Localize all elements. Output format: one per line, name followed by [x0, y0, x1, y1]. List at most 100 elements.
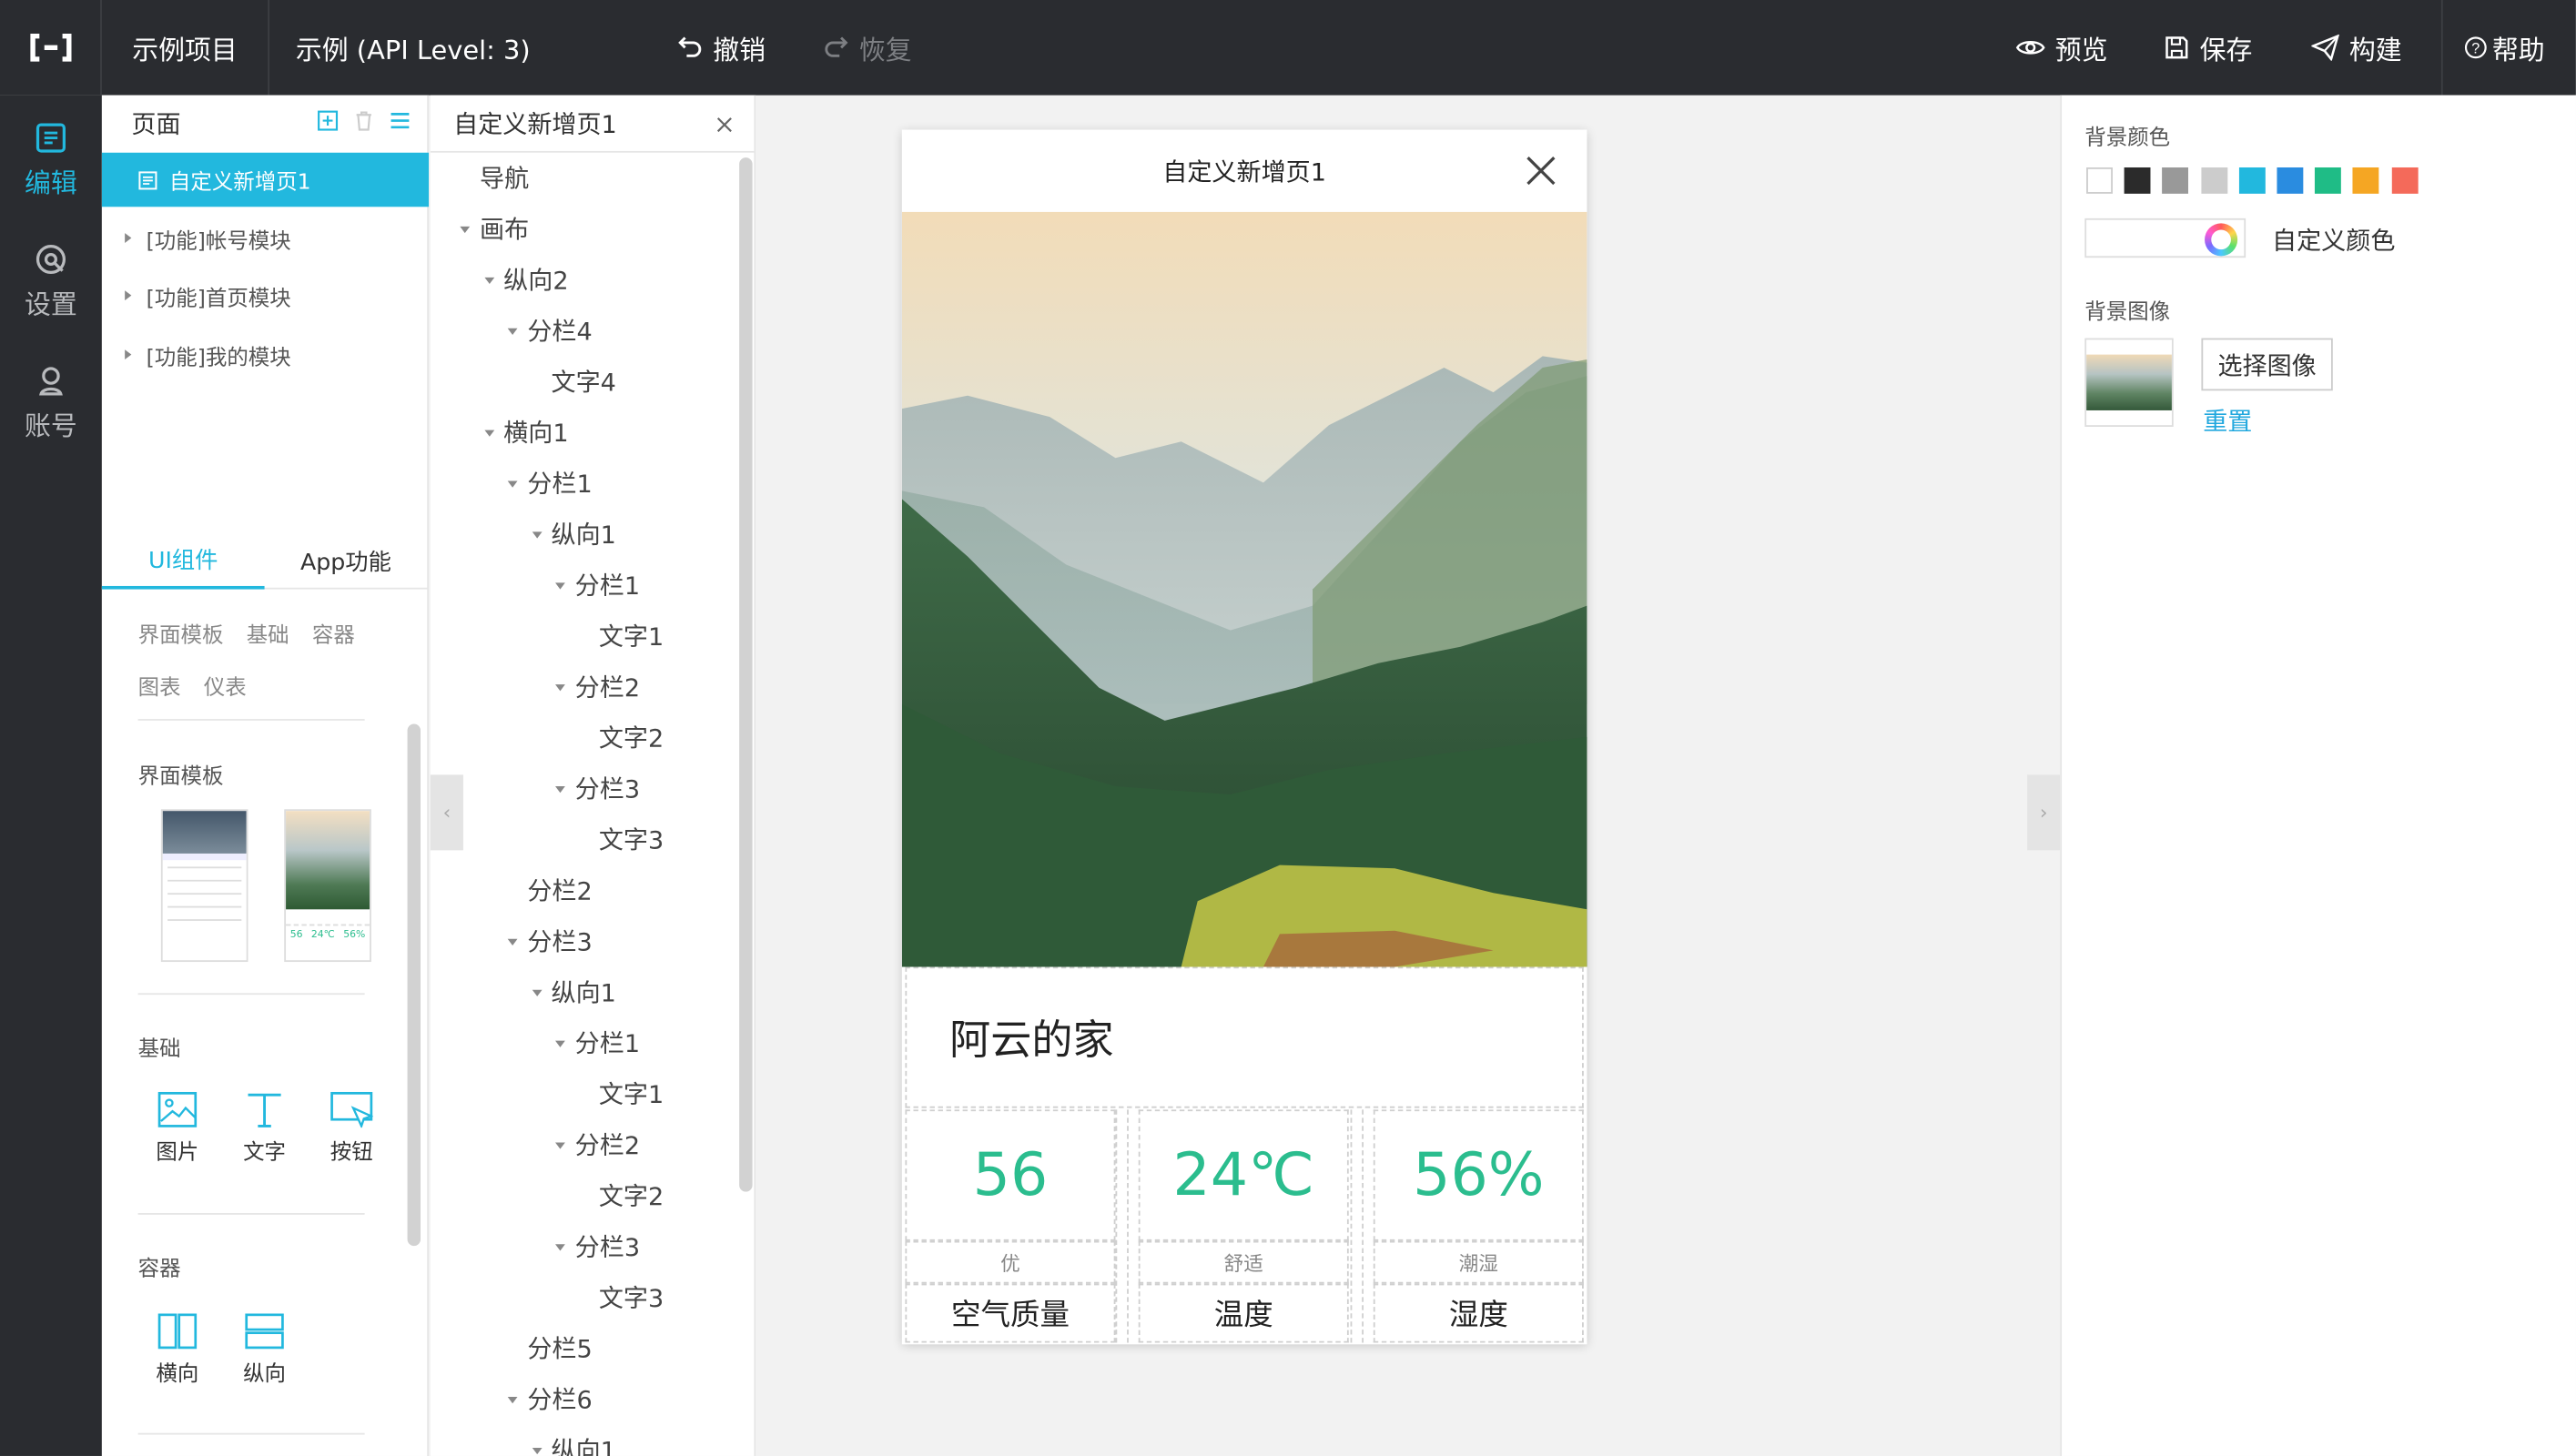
tree-node[interactable]: 文字2	[599, 713, 664, 763]
caret-down-icon[interactable]	[555, 683, 565, 691]
tree-node[interactable]: 分栏2	[555, 662, 640, 713]
tree-node[interactable]: 分栏1	[555, 560, 640, 611]
tree-node[interactable]: 分栏1	[555, 1017, 640, 1068]
caret-down-icon[interactable]	[555, 785, 565, 793]
color-swatch[interactable]	[2353, 167, 2380, 194]
color-swatch[interactable]	[2391, 167, 2418, 194]
color-wheel-icon[interactable]	[2205, 223, 2238, 257]
tree-node[interactable]: 文字3	[599, 814, 664, 865]
category-container[interactable]: 容器	[312, 617, 355, 648]
caret-down-icon[interactable]	[507, 327, 518, 335]
tree-node[interactable]: 分栏3	[555, 1221, 640, 1272]
caret-down-icon[interactable]	[555, 1039, 565, 1046]
collapse-right-handle[interactable]: ›	[2027, 774, 2061, 851]
color-swatch[interactable]	[2200, 167, 2227, 194]
color-swatch[interactable]	[2277, 167, 2304, 194]
color-swatch[interactable]	[2238, 167, 2266, 194]
module-item[interactable]: [功能]我的模块	[125, 335, 291, 374]
caret-down-icon[interactable]	[555, 581, 565, 589]
caret-down-icon[interactable]	[507, 1396, 518, 1403]
save-button[interactable]: 保存	[2164, 0, 2252, 96]
module-item[interactable]: [功能]首页模块	[125, 276, 291, 315]
module-item[interactable]: [功能]帐号模块	[125, 218, 291, 258]
tree-node[interactable]: 文字2	[599, 1170, 664, 1221]
caret-down-icon[interactable]	[460, 226, 471, 233]
tree-node[interactable]: 纵向1	[531, 509, 616, 560]
tree-node[interactable]: 分栏2	[527, 865, 592, 916]
stat-card-air[interactable]: 56 优 空气质量	[905, 1109, 1116, 1343]
tab-ui-components[interactable]: UI组件	[101, 531, 265, 590]
component-image[interactable]: 图片	[147, 1091, 207, 1166]
tree-node[interactable]: 纵向2	[483, 255, 569, 306]
preview-button[interactable]: 预览	[2015, 0, 2108, 96]
stat-card-humidity[interactable]: 56% 潮湿 湿度	[1373, 1109, 1584, 1343]
tree-node[interactable]: 画布	[460, 204, 529, 255]
template-thumbnail-settings[interactable]	[160, 809, 248, 963]
tab-app-features[interactable]: App功能	[265, 531, 428, 589]
caret-down-icon[interactable]	[555, 1141, 565, 1148]
nav-edit[interactable]: 编辑	[0, 105, 102, 217]
tree-node[interactable]: 分栏4	[507, 306, 593, 357]
caret-down-icon[interactable]	[531, 531, 542, 538]
category-templates[interactable]: 界面模板	[138, 617, 224, 648]
nav-settings[interactable]: 设置	[0, 227, 102, 339]
tree-node[interactable]: 分栏6	[507, 1374, 593, 1425]
caret-down-icon[interactable]	[483, 429, 494, 436]
category-gauges[interactable]: 仪表	[204, 670, 247, 701]
tree-node[interactable]: 分栏5	[527, 1323, 592, 1374]
project-name[interactable]: 示例项目	[102, 0, 269, 96]
component-button[interactable]: 按钮	[322, 1091, 381, 1166]
tree-node[interactable]: 横向1	[483, 407, 569, 458]
nav-account[interactable]: 账号	[0, 348, 102, 460]
redo-button[interactable]: 恢复	[823, 0, 912, 96]
color-swatch[interactable]	[2124, 167, 2151, 194]
color-swatch[interactable]	[2315, 167, 2342, 194]
color-swatch[interactable]	[2086, 167, 2113, 194]
tree-node[interactable]: 文字4	[552, 356, 616, 407]
caret-down-icon[interactable]	[507, 937, 518, 945]
scrollbar[interactable]	[739, 157, 753, 1192]
reset-link[interactable]: 重置	[2203, 404, 2252, 439]
caret-down-icon[interactable]	[555, 1243, 565, 1250]
caret-down-icon[interactable]	[483, 276, 494, 284]
tree-node[interactable]: 纵向1	[531, 966, 616, 1017]
close-icon[interactable]	[1525, 155, 1557, 187]
close-icon[interactable]	[716, 116, 733, 133]
build-button[interactable]: 构建	[2311, 0, 2402, 96]
tree-node[interactable]: 纵向1	[531, 1425, 616, 1456]
custom-color-input[interactable]	[2084, 217, 2246, 258]
tree-node[interactable]: 导航	[480, 153, 529, 204]
help-button[interactable]: ? 帮助	[2464, 0, 2545, 96]
left-nav: 编辑 设置 账号	[0, 95, 102, 1456]
choose-image-button[interactable]: 选择图像	[2201, 338, 2333, 391]
tree-node[interactable]: 文字3	[599, 1272, 664, 1323]
category-basic[interactable]: 基础	[247, 617, 289, 648]
tree-node[interactable]: 分栏3	[507, 916, 593, 967]
component-text[interactable]: 文字	[235, 1092, 294, 1166]
tree-node[interactable]: 分栏3	[555, 763, 640, 814]
undo-button[interactable]: 撤销	[677, 0, 766, 96]
component-vertical[interactable]: 纵向	[235, 1313, 294, 1387]
tree-node[interactable]: 文字1	[599, 1068, 664, 1119]
caret-down-icon[interactable]	[531, 1447, 542, 1454]
home-title[interactable]: 阿云的家	[905, 966, 1584, 1108]
caret-down-icon[interactable]	[531, 988, 542, 996]
component-horizontal[interactable]: 横向	[147, 1313, 207, 1387]
stat-card-temperature[interactable]: 24℃ 舒适 温度	[1138, 1109, 1349, 1343]
color-swatch[interactable]	[2162, 167, 2189, 194]
add-page-icon[interactable]	[317, 110, 339, 131]
category-charts[interactable]: 图表	[138, 670, 181, 701]
hero-image[interactable]	[901, 211, 1587, 967]
page-item-selected[interactable]: 自定义新增页1	[101, 152, 430, 207]
menu-icon[interactable]	[390, 110, 411, 131]
tree-node[interactable]: 分栏1	[507, 458, 593, 509]
collapse-left-handle[interactable]: ‹	[430, 774, 463, 851]
trash-icon[interactable]	[353, 110, 374, 131]
caret-down-icon[interactable]	[507, 480, 518, 487]
scrollbar[interactable]	[407, 723, 421, 1247]
template-thumbnail-home[interactable]: 56 24℃ 56%	[284, 809, 371, 963]
tree-node[interactable]: 文字1	[599, 611, 664, 662]
app-name[interactable]: 示例 (API Level: 3)	[296, 0, 531, 96]
bg-image-thumbnail[interactable]	[2084, 338, 2174, 427]
tree-node[interactable]: 分栏2	[555, 1119, 640, 1170]
